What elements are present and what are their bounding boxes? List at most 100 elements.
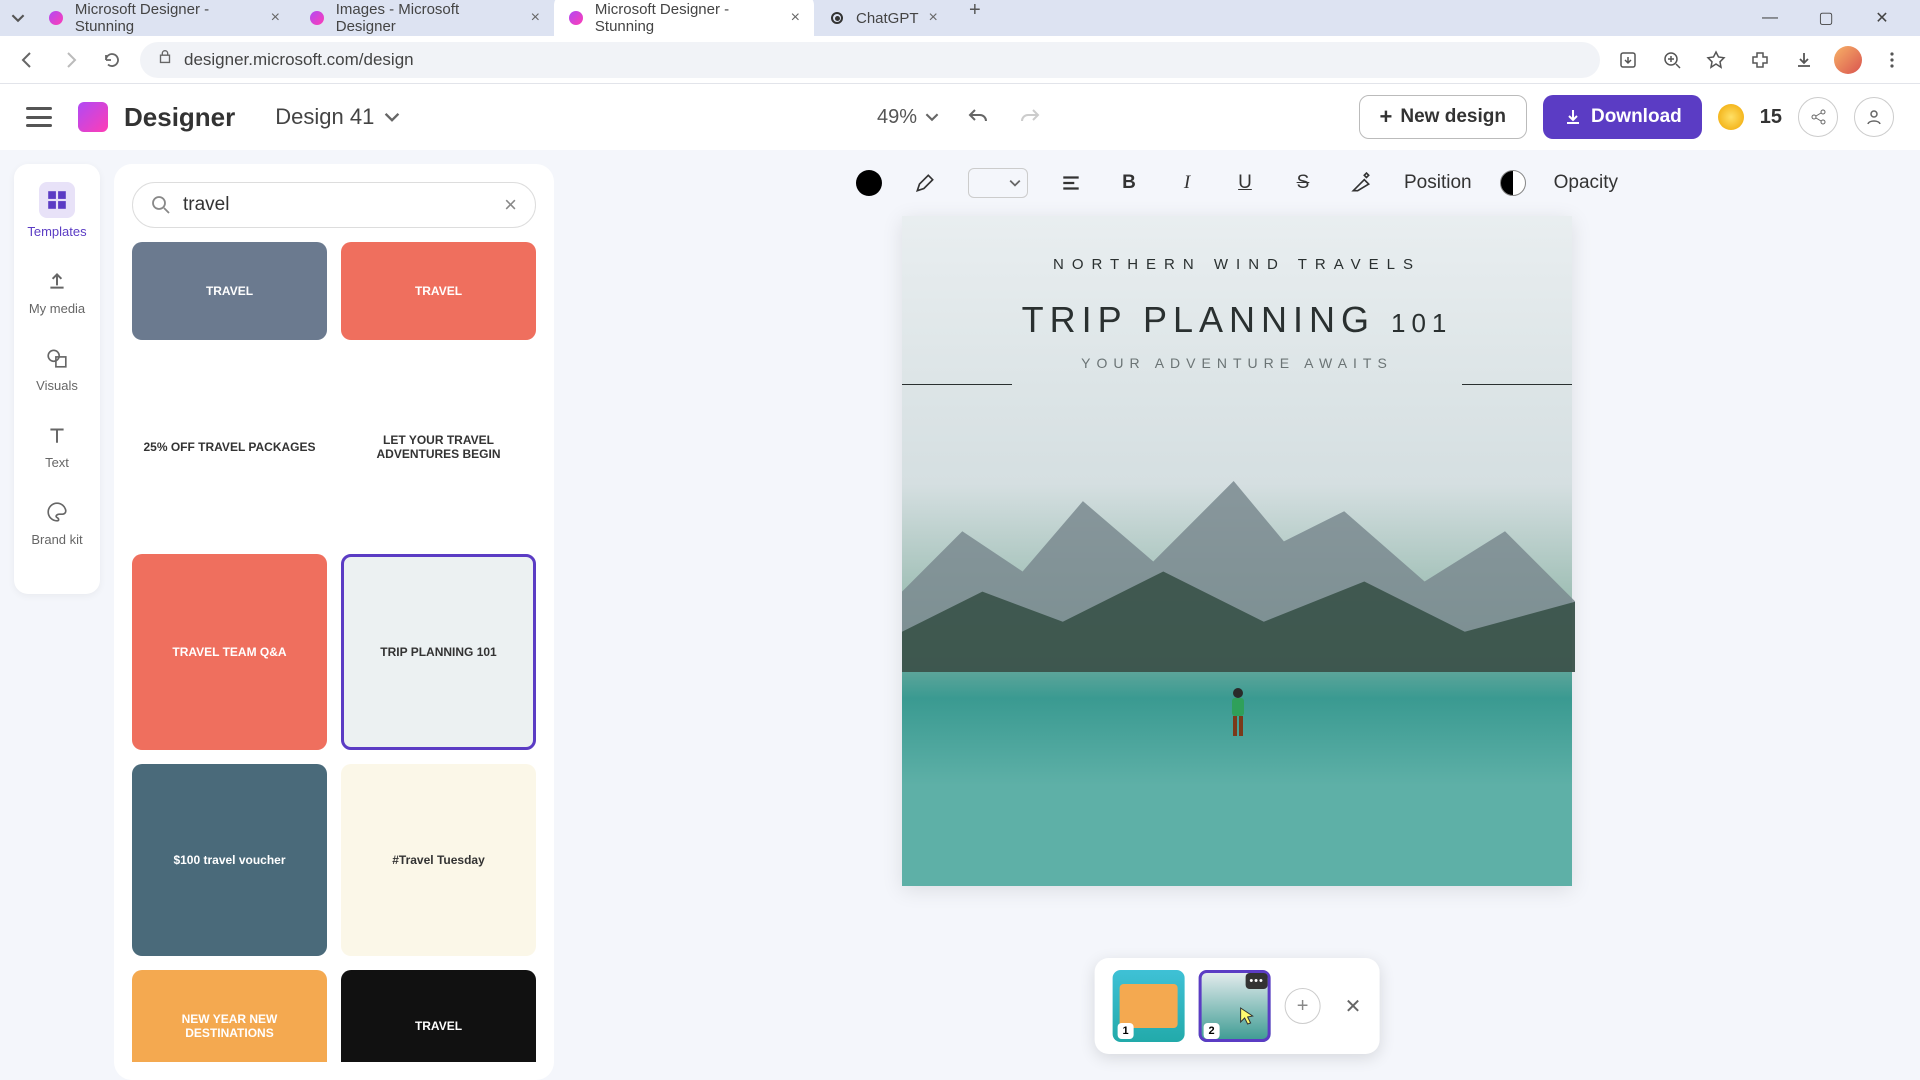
underline-icon[interactable]: U: [1230, 168, 1260, 198]
menu-button[interactable]: [26, 107, 52, 127]
bold-icon[interactable]: B: [1114, 168, 1144, 198]
align-icon[interactable]: [1056, 168, 1086, 198]
extensions-icon[interactable]: [1746, 46, 1774, 74]
font-dropdown[interactable]: [968, 168, 1028, 198]
new-design-button[interactable]: +New design: [1359, 95, 1527, 139]
tab-dropdown-icon[interactable]: [8, 8, 28, 28]
site-info-icon[interactable]: [156, 48, 174, 71]
designer-logo[interactable]: [78, 102, 108, 132]
page-strip: 1 ••• 2 + ✕: [1095, 958, 1380, 1054]
maximize-button[interactable]: ▢: [1806, 4, 1846, 32]
bookmark-icon[interactable]: [1702, 46, 1730, 74]
template-card[interactable]: TRIP PLANNING 101: [341, 554, 536, 750]
nav-my-media[interactable]: My media: [29, 267, 85, 316]
nav-label: Visuals: [36, 378, 78, 393]
edit-pen-icon[interactable]: [910, 168, 940, 198]
template-card[interactable]: TRAVEL: [341, 970, 536, 1062]
minimize-button[interactable]: —: [1750, 4, 1790, 32]
template-card[interactable]: NEW YEAR NEW DESTINATIONS: [132, 970, 327, 1062]
template-card[interactable]: TRAVEL: [341, 242, 536, 340]
opacity-button[interactable]: Opacity: [1554, 172, 1618, 194]
nav-label: Brand kit: [31, 532, 82, 547]
close-icon[interactable]: ×: [929, 9, 938, 27]
grid-icon: [39, 182, 75, 218]
close-icon[interactable]: ×: [791, 9, 800, 27]
share-button[interactable]: [1798, 97, 1838, 137]
zoom-icon[interactable]: [1658, 46, 1686, 74]
zoom-dropdown[interactable]: 49%: [877, 106, 939, 129]
address-bar[interactable]: designer.microsoft.com/design: [140, 42, 1600, 78]
position-button[interactable]: Position: [1404, 172, 1472, 194]
back-button[interactable]: [14, 46, 42, 74]
add-page-button[interactable]: +: [1285, 988, 1321, 1024]
close-icon[interactable]: ×: [531, 9, 540, 27]
page-thumb[interactable]: ••• 2: [1199, 970, 1271, 1042]
page-number: 2: [1204, 1023, 1220, 1039]
tab-title: ChatGPT: [856, 10, 919, 27]
canvas-tagline: YOUR ADVENTURE AWAITS: [902, 355, 1572, 371]
position-label: Position: [1404, 172, 1472, 194]
url-text: designer.microsoft.com/design: [184, 50, 414, 70]
person-graphic: [1224, 685, 1252, 741]
install-app-icon[interactable]: [1614, 46, 1642, 74]
profile-avatar[interactable]: [1834, 46, 1862, 74]
design-name-dropdown[interactable]: Design 41: [275, 104, 400, 130]
opacity-icon: [1500, 170, 1526, 196]
account-button[interactable]: [1854, 97, 1894, 137]
close-window-button[interactable]: ✕: [1862, 4, 1902, 32]
undo-button[interactable]: [965, 104, 991, 130]
chevron-down-icon: [384, 109, 400, 125]
tab-title: Microsoft Designer - Stunning: [595, 1, 781, 35]
designer-favicon: [310, 11, 324, 25]
close-strip-icon[interactable]: ✕: [1345, 994, 1362, 1019]
chevron-down-icon: [1009, 177, 1021, 189]
clear-search-icon[interactable]: ×: [504, 192, 517, 218]
close-icon[interactable]: ×: [271, 9, 280, 27]
rule-left: [902, 384, 1012, 385]
chatgpt-favicon: [831, 12, 843, 24]
palette-icon: [43, 498, 71, 526]
zoom-value: 49%: [877, 106, 917, 129]
nav-visuals[interactable]: Visuals: [36, 344, 78, 393]
nav-label: Templates: [27, 224, 86, 239]
credits-count[interactable]: 15: [1760, 106, 1782, 129]
search-input[interactable]: [183, 194, 492, 216]
template-card[interactable]: $100 travel voucher: [132, 764, 327, 956]
template-card[interactable]: 25% OFF TRAVEL PACKAGES: [132, 354, 327, 540]
templates-panel: × TRAVELTRAVEL25% OFF TRAVEL PACKAGESLET…: [114, 164, 554, 1080]
strikethrough-icon[interactable]: S: [1288, 168, 1318, 198]
template-card[interactable]: #Travel Tuesday: [341, 764, 536, 956]
nav-brand-kit[interactable]: Brand kit: [31, 498, 82, 547]
effects-icon[interactable]: [1346, 168, 1376, 198]
nav-templates[interactable]: Templates: [27, 182, 86, 239]
template-card[interactable]: LET YOUR TRAVEL ADVENTURES BEGIN: [341, 354, 536, 540]
fill-color-swatch[interactable]: [856, 170, 882, 196]
reload-button[interactable]: [98, 46, 126, 74]
nav-text[interactable]: Text: [43, 421, 71, 470]
template-card[interactable]: TRAVEL TEAM Q&A: [132, 554, 327, 750]
template-search[interactable]: ×: [132, 182, 536, 228]
downloads-icon[interactable]: [1790, 46, 1818, 74]
design-canvas[interactable]: NORTHERN WIND TRAVELS TRIP PLANNING 101 …: [902, 216, 1572, 886]
browser-tab[interactable]: Microsoft Designer - Stunning×: [34, 0, 294, 41]
page-thumb[interactable]: 1: [1113, 970, 1185, 1042]
left-nav: Templates My media Visuals Text Brand ki…: [14, 164, 100, 594]
redo-button[interactable]: [1017, 104, 1043, 130]
cursor-pointer: [1239, 1006, 1255, 1026]
browser-tab[interactable]: Images - Microsoft Designer×: [294, 0, 554, 41]
browser-menu-icon[interactable]: [1878, 46, 1906, 74]
forward-button[interactable]: [56, 46, 84, 74]
mountain-graphic: [902, 471, 1575, 672]
shapes-icon: [43, 344, 71, 372]
design-name: Design 41: [275, 104, 374, 130]
template-card[interactable]: TRAVEL: [132, 242, 327, 340]
search-icon: [151, 195, 171, 215]
canvas-subtitle: NORTHERN WIND TRAVELS: [902, 256, 1572, 273]
page-options-icon[interactable]: •••: [1246, 973, 1268, 989]
download-button[interactable]: Download: [1543, 95, 1702, 139]
browser-tab[interactable]: Microsoft Designer - Stunning ×: [554, 0, 814, 41]
chevron-down-icon: [925, 110, 939, 124]
italic-icon[interactable]: I: [1172, 168, 1202, 198]
browser-tab[interactable]: ChatGPT ×: [814, 0, 952, 41]
new-tab-button[interactable]: +: [960, 0, 990, 25]
